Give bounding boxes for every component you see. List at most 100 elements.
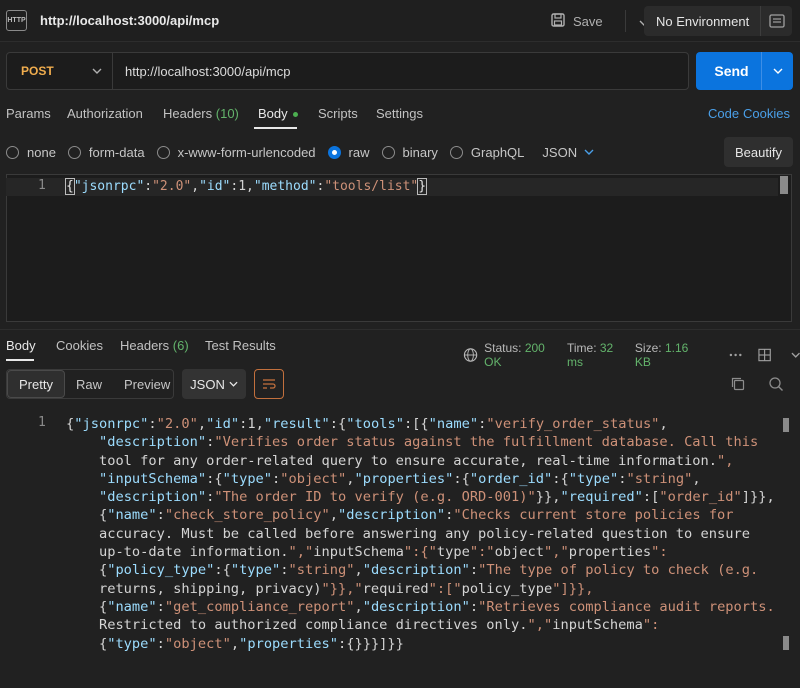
request-body-code[interactable]: {"jsonrpc":"2.0","id":1,"method":"tools/…: [65, 178, 428, 196]
preview-view-button[interactable]: Preview: [113, 370, 181, 398]
response-tab-body[interactable]: Body: [6, 338, 36, 353]
request-title[interactable]: http://localhost:3000/api/mcp: [40, 13, 219, 28]
http-request-icon: HTTP: [6, 10, 27, 31]
tab-headers-label: Headers: [163, 106, 213, 121]
response-code-line: accuracy. Must be called before answerin…: [66, 525, 750, 542]
send-options-chevron-icon[interactable]: [761, 52, 793, 90]
line-number: 1: [38, 178, 46, 193]
url-bar: POST http://localhost:3000/api/mcp: [6, 52, 689, 90]
radio-button[interactable]: [6, 145, 19, 159]
active-tab-indicator: [254, 127, 297, 129]
response-body-code[interactable]: {"jsonrpc":"2.0","id":1,"result":{"tools…: [66, 415, 776, 653]
response-tab-test-results[interactable]: Test Results: [205, 338, 276, 353]
radio-button[interactable]: [381, 145, 395, 159]
radio-raw[interactable]: raw: [327, 144, 370, 160]
radio-urlencoded[interactable]: x-www-form-urlencoded: [156, 144, 316, 160]
radio-label: x-www-form-urlencoded: [177, 144, 316, 160]
globe-icon[interactable]: [463, 347, 478, 363]
tab-settings[interactable]: Settings: [376, 106, 423, 121]
response-view-group: Pretty Raw Preview: [6, 369, 174, 399]
pretty-view-button[interactable]: Pretty: [7, 370, 65, 398]
body-format-label: JSON: [542, 144, 578, 160]
method-label: POST: [21, 64, 54, 78]
send-label: Send: [714, 63, 749, 79]
response-tab-cookies[interactable]: Cookies: [56, 338, 103, 353]
response-scrollbar-top[interactable]: [783, 418, 789, 432]
tab-params[interactable]: Params: [6, 106, 51, 121]
response-format-select[interactable]: JSON: [182, 369, 246, 399]
tab-headers-count: (10): [215, 106, 239, 121]
response-code-line: {"jsonrpc":"2.0","id":1,"result":{"tools…: [66, 416, 668, 432]
response-code-line: returns, shipping, privacy)"}},"required…: [66, 580, 594, 597]
response-code-line: "inputSchema":{"type":"object","properti…: [98, 470, 701, 487]
active-tab-indicator: [6, 359, 34, 361]
body-format-select[interactable]: JSON: [542, 145, 594, 160]
radio-binary[interactable]: binary: [381, 144, 438, 160]
code-link[interactable]: Code: [708, 106, 739, 121]
tab-scripts[interactable]: Scripts: [318, 106, 358, 121]
response-code-line: {"name":"get_compliance_report","descrip…: [66, 598, 775, 615]
response-code-line: up-to-date information.","inputSchema":{…: [66, 544, 668, 561]
request-body-editor[interactable]: [6, 174, 792, 322]
more-options-icon[interactable]: [729, 353, 742, 357]
save-icon[interactable]: [550, 12, 566, 31]
layout-toggle-icon[interactable]: [758, 348, 771, 362]
cookies-link[interactable]: Cookies: [743, 106, 790, 121]
response-code-line: {"policy_type":{"type":"string","descrip…: [66, 562, 759, 579]
radio-label: raw: [348, 144, 370, 160]
response-code-line: "description":"Verifies order status aga…: [98, 434, 759, 451]
chevron-down-icon: [229, 381, 238, 387]
tab-count: (6): [172, 338, 189, 353]
radio-button-selected[interactable]: [327, 145, 341, 159]
response-code-line: {"type":"object","properties":{}}}]}}: [66, 635, 404, 652]
response-status-bar: Status: 200 OK Time: 32 ms Size: 1.16 KB: [463, 341, 800, 369]
url-input[interactable]: http://localhost:3000/api/mcp: [113, 64, 291, 79]
radio-button[interactable]: [156, 145, 170, 159]
editor-scrollbar[interactable]: [780, 176, 788, 194]
environment-label: No Environment: [656, 13, 750, 29]
beautify-button[interactable]: Beautify: [724, 137, 793, 167]
tab-body-label: Body: [258, 106, 288, 121]
tab-label: Headers: [120, 338, 170, 353]
wrap-lines-button[interactable]: [254, 369, 284, 399]
tab-headers[interactable]: Headers (10): [163, 106, 239, 121]
response-scrollbar-bottom[interactable]: [783, 636, 789, 650]
radio-form-data[interactable]: form-data: [67, 144, 145, 160]
body-type-options: none form-data x-www-form-urlencoded raw…: [6, 144, 606, 160]
wrap-lines-icon: [263, 379, 276, 389]
radio-button[interactable]: [449, 145, 463, 159]
response-tab-headers[interactable]: Headers (6): [120, 338, 189, 353]
response-code-line: "description":"The order ID to verify (e…: [98, 489, 775, 506]
radio-graphql[interactable]: GraphQL: [449, 144, 525, 160]
status-label: Status:: [484, 341, 522, 355]
chevron-down-icon: [92, 68, 102, 74]
chevron-down-icon: [584, 149, 594, 155]
copy-icon[interactable]: [730, 376, 746, 392]
time-label: Time:: [566, 341, 597, 355]
size-label: Size:: [634, 341, 662, 355]
radio-none[interactable]: none: [6, 145, 56, 160]
radio-label: GraphQL: [470, 144, 525, 160]
radio-label: none: [27, 144, 56, 160]
response-code-line: {"name":"check_store_policy","descriptio…: [66, 507, 734, 524]
environment-quicklook-icon[interactable]: [760, 6, 792, 36]
divider: [624, 10, 626, 32]
raw-view-button[interactable]: Raw: [65, 370, 113, 398]
tab-authorization[interactable]: Authorization: [67, 106, 143, 121]
save-button[interactable]: Save: [573, 14, 603, 29]
environment-selector[interactable]: No Environment: [644, 6, 792, 36]
radio-label: form-data: [88, 144, 145, 160]
body-set-indicator: [292, 112, 298, 118]
tab-body[interactable]: Body: [258, 106, 298, 121]
line-number: 1: [38, 415, 46, 430]
send-button[interactable]: Send: [696, 52, 793, 90]
radio-button[interactable]: [67, 145, 81, 159]
search-icon[interactable]: [768, 376, 784, 392]
response-format-label: JSON: [190, 376, 225, 392]
method-select[interactable]: POST: [7, 53, 113, 89]
collapse-chevron-icon[interactable]: [791, 352, 800, 358]
radio-label: binary: [402, 144, 438, 160]
response-code-line: Restricted to authorized compliance dire…: [66, 617, 660, 634]
pane-divider[interactable]: [0, 329, 800, 330]
response-code-line: tool for any order-related query to ensu…: [66, 452, 734, 469]
